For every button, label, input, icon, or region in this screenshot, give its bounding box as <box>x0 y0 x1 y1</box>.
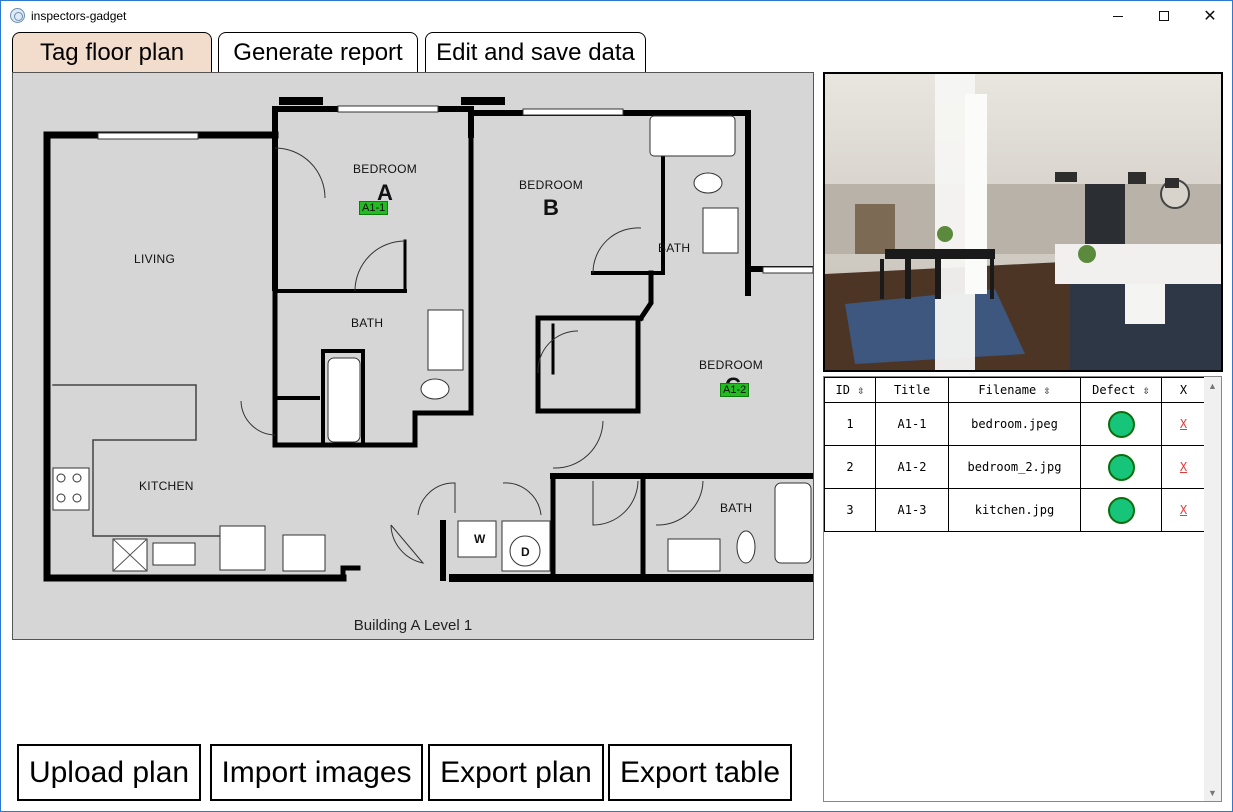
photo-preview <box>823 72 1223 372</box>
app-window: inspectors-gadget ✕ Tag floor plan Gener… <box>0 0 1233 812</box>
maximize-icon <box>1159 11 1169 21</box>
scroll-down-arrow-icon[interactable]: ▼ <box>1204 784 1221 801</box>
plan-caption: Building A Level 1 <box>353 617 473 634</box>
cell-delete: X <box>1161 402 1206 446</box>
cell-defect[interactable] <box>1080 445 1162 489</box>
upload-plan-button[interactable]: Upload plan <box>17 744 201 801</box>
tag-marker-a1-2[interactable]: A1-2 <box>720 383 750 397</box>
tags-table: ID ⇳ Title Filename ⇳ Defect ⇳ X 1 A1-1 … <box>824 377 1206 532</box>
cell-title: A1-1 <box>875 402 949 446</box>
column-header-id[interactable]: ID ⇳ <box>824 377 876 403</box>
defect-status-dot[interactable] <box>1107 410 1135 438</box>
room-label-living: LIVING <box>134 252 176 266</box>
cell-title: A1-2 <box>875 445 949 489</box>
table-row[interactable]: 3 A1-3 kitchen.jpg X <box>824 488 1206 532</box>
room-label-bedroom-b: BEDROOM <box>519 178 584 192</box>
tab-tag-floor-plan[interactable]: Tag floor plan <box>12 32 212 73</box>
column-header-defect[interactable]: Defect ⇳ <box>1080 377 1162 403</box>
import-images-button[interactable]: Import images <box>210 744 423 801</box>
table-scrollbar[interactable]: ▲ ▼ <box>1204 377 1221 801</box>
column-header-title: Title <box>875 377 949 403</box>
table-row[interactable]: 2 A1-2 bedroom_2.jpg X <box>824 445 1206 489</box>
room-label-kitchen: KITCHEN <box>139 479 194 493</box>
minimize-button[interactable] <box>1095 1 1141 31</box>
table-row[interactable]: 1 A1-1 bedroom.jpeg X <box>824 402 1206 446</box>
export-table-button[interactable]: Export table <box>608 744 792 801</box>
dryer-label: D <box>521 545 530 559</box>
cell-id: 3 <box>824 488 876 532</box>
close-button[interactable]: ✕ <box>1187 1 1233 31</box>
scroll-up-arrow-icon[interactable]: ▲ <box>1204 377 1221 394</box>
cell-id: 1 <box>824 402 876 446</box>
tag-marker-a1-1[interactable]: A1-1 <box>359 201 389 215</box>
window-title: inspectors-gadget <box>31 9 127 23</box>
room-label-bath-1: BATH <box>351 316 384 330</box>
washer-label: W <box>474 532 486 546</box>
app-icon <box>10 8 25 23</box>
delete-row-link[interactable]: X <box>1180 417 1187 431</box>
delete-row-link[interactable]: X <box>1180 503 1187 517</box>
minimize-icon <box>1113 15 1123 17</box>
floor-plan-drawing <box>43 97 813 582</box>
kitchen-photo <box>825 74 1221 370</box>
export-plan-button[interactable]: Export plan <box>428 744 604 801</box>
cell-id: 2 <box>824 445 876 489</box>
cell-filename: kitchen.jpg <box>948 488 1081 532</box>
defect-status-dot[interactable] <box>1107 496 1135 524</box>
cell-delete: X <box>1161 488 1206 532</box>
cell-title: A1-3 <box>875 488 949 532</box>
close-icon: ✕ <box>1203 8 1217 25</box>
floor-plan-canvas[interactable]: BEDROOM A BEDROOM B BEDROOM C LIVING KIT… <box>12 72 814 640</box>
delete-row-link[interactable]: X <box>1180 460 1187 474</box>
cell-filename: bedroom.jpeg <box>948 402 1081 446</box>
tab-edit-and-save-data[interactable]: Edit and save data <box>425 32 646 73</box>
cell-filename: bedroom_2.jpg <box>948 445 1081 489</box>
room-label-bath-3: BATH <box>720 501 753 515</box>
cell-defect[interactable] <box>1080 402 1162 446</box>
table-header-row: ID ⇳ Title Filename ⇳ Defect ⇳ X <box>824 377 1206 403</box>
column-header-delete: X <box>1161 377 1206 403</box>
cell-defect[interactable] <box>1080 488 1162 532</box>
room-label-bath-2: BATH <box>658 241 691 255</box>
room-label-bedroom-c: BEDROOM <box>699 358 764 372</box>
tab-generate-report[interactable]: Generate report <box>218 32 418 73</box>
column-header-filename[interactable]: Filename ⇳ <box>948 377 1081 403</box>
maximize-button[interactable] <box>1141 1 1187 31</box>
tags-table-panel[interactable]: ID ⇳ Title Filename ⇳ Defect ⇳ X 1 A1-1 … <box>823 376 1222 802</box>
room-letter-b: B <box>543 195 559 220</box>
title-bar: inspectors-gadget ✕ <box>1 1 1232 31</box>
defect-status-dot[interactable] <box>1107 453 1135 481</box>
cell-delete: X <box>1161 445 1206 489</box>
room-label-bedroom-a: BEDROOM <box>353 162 418 176</box>
